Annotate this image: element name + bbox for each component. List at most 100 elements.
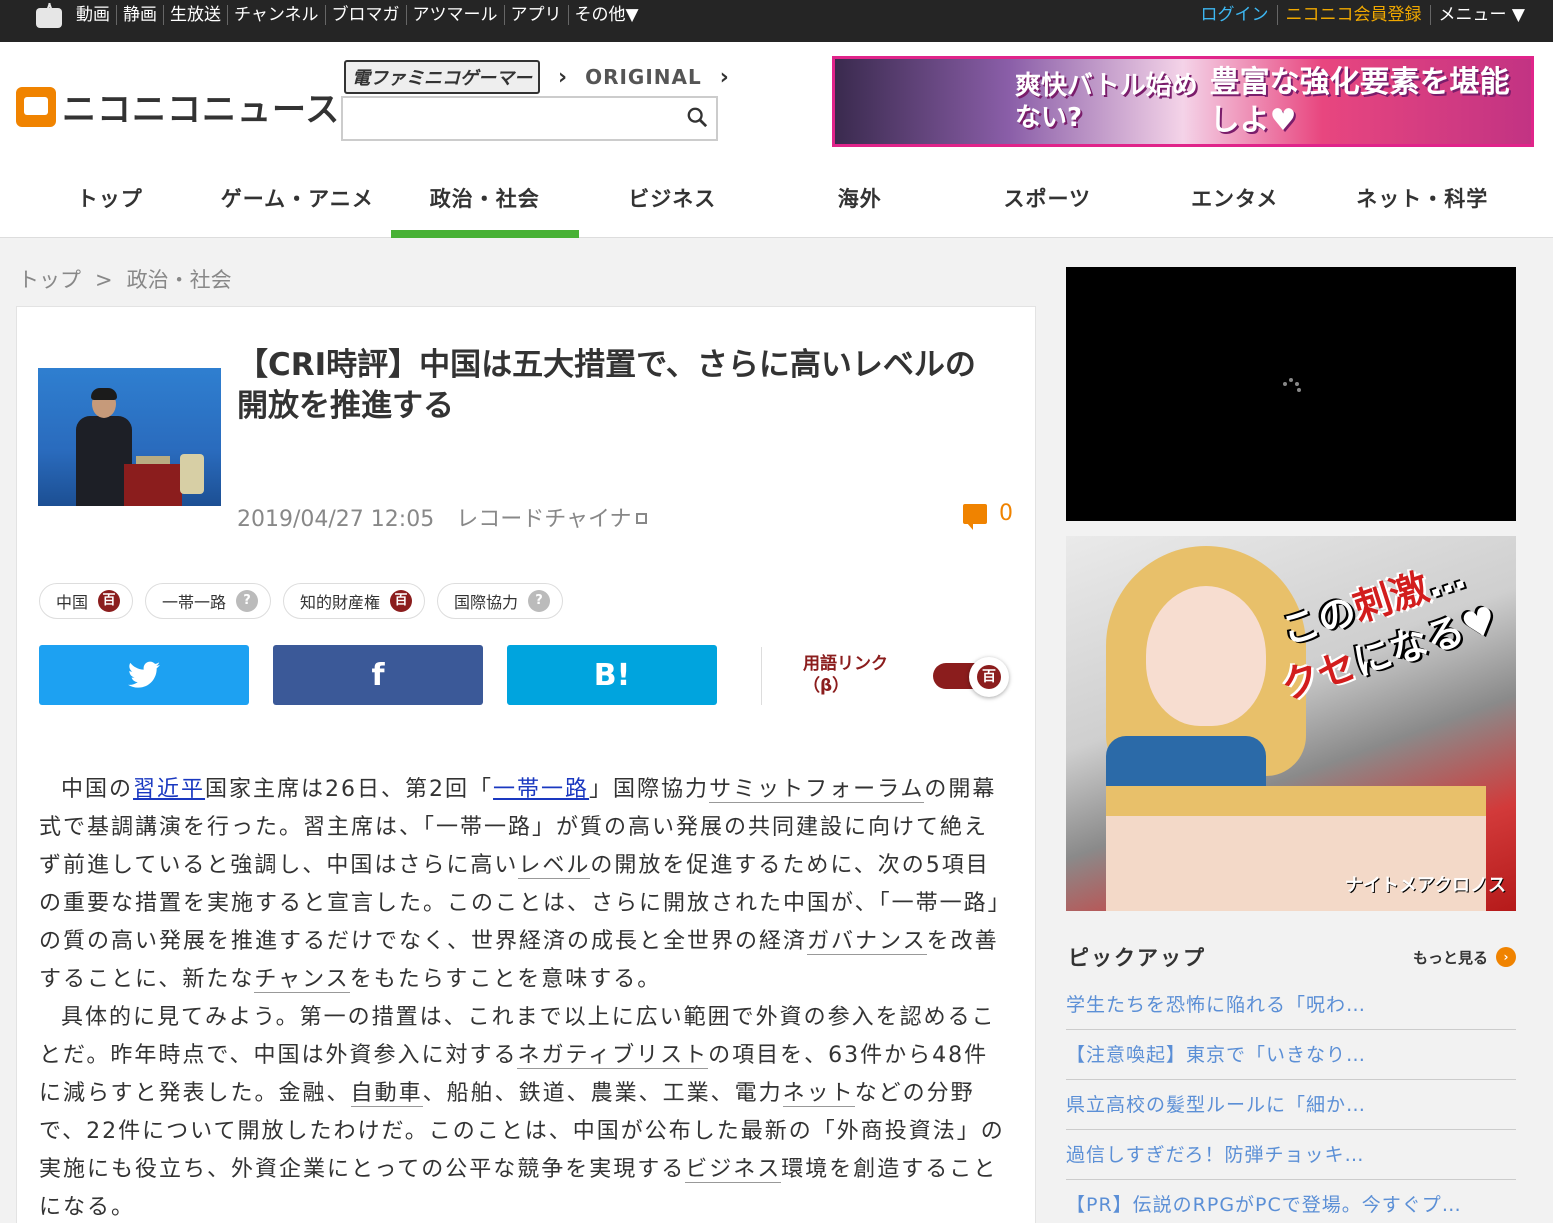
term-link[interactable]: サミット: [709, 777, 806, 803]
category-nav: トップ ゲーム・アニメ 政治・社会 ビジネス 海外 スポーツ エンタメ ネット・…: [16, 168, 1516, 238]
tag-item[interactable]: 中国百: [39, 583, 134, 619]
facebook-share-button[interactable]: f: [273, 645, 483, 705]
article-meta: 2019/04/27 12:05 レコードチャイナ: [237, 501, 647, 533]
keyword-link[interactable]: 習近平: [133, 777, 205, 802]
login-link[interactable]: ログイン: [1193, 5, 1277, 25]
dictionary-icon[interactable]: 百: [390, 590, 413, 612]
nav-other[interactable]: その他▼: [567, 5, 645, 25]
twitter-icon: [128, 661, 160, 688]
nav-blomaga[interactable]: ブロマガ: [324, 5, 406, 25]
pickup-item[interactable]: 県立高校の髪型ルールに「細か…: [1066, 1080, 1516, 1130]
chevron-right-icon: ›: [719, 64, 729, 90]
nav-live[interactable]: 生放送: [163, 5, 227, 25]
article-title: 【CRI時評】中国は五大措置で、さらに高いレベルの開放を推進する: [237, 347, 976, 424]
article-date: 2019/04/27 12:05: [237, 507, 435, 532]
search-icon[interactable]: [686, 106, 708, 128]
term-link[interactable]: ビジネス: [685, 1157, 782, 1183]
pickup-item[interactable]: 学生たちを恐怖に陥れる「呪わ…: [1066, 980, 1516, 1030]
dictionary-icon[interactable]: 百: [98, 590, 121, 612]
tab-top[interactable]: トップ: [16, 168, 204, 238]
register-link[interactable]: ニコニコ会員登録: [1276, 5, 1430, 25]
term-link-toggle[interactable]: 百: [933, 657, 1011, 697]
site-header: ニコニコニュース 電ファミニコゲーマー › ORIGINAL › 爽快バトル始め…: [0, 42, 1553, 238]
tab-overseas[interactable]: 海外: [766, 168, 954, 238]
hatena-bookmark-button[interactable]: B!: [507, 645, 717, 705]
video-player[interactable]: [1066, 267, 1516, 521]
search-box: [341, 96, 718, 141]
question-icon[interactable]: ?: [528, 590, 551, 612]
search-input[interactable]: [343, 98, 673, 138]
service-nav: 動画 静画 生放送 チャンネル ブロマガ アツマール アプリ その他▼: [70, 0, 645, 30]
pickup-item[interactable]: 【PR】伝説のRPGがPCで登場。今すぐプ…: [1066, 1180, 1516, 1223]
twitter-share-button[interactable]: [39, 645, 249, 705]
menu-button[interactable]: メニュー ▼: [1429, 5, 1553, 25]
ad-copy-left: 爽快バトル始めない?: [1015, 70, 1198, 133]
nav-seiga[interactable]: 静画: [116, 5, 163, 25]
term-link[interactable]: フォーラム: [805, 777, 925, 803]
tab-politics-society[interactable]: 政治・社会: [391, 168, 579, 238]
article-thumbnail[interactable]: [38, 368, 221, 506]
niconico-tv-icon[interactable]: [36, 8, 62, 28]
article-paragraph: 具体的に見てみよう。第一の措置は、これまで以上に広い範囲で外資の参入を認めること…: [39, 1005, 1005, 1220]
nav-douga[interactable]: 動画: [70, 5, 116, 25]
header-ad-banner[interactable]: 爽快バトル始めない? 豊富な強化要素を堪能しよ♥: [832, 56, 1534, 147]
keyword-link[interactable]: 一帯一路: [493, 777, 589, 802]
term-link[interactable]: 自動車: [350, 1081, 423, 1107]
comment-icon: [963, 503, 987, 530]
account-nav: ログイン ニコニコ会員登録 メニュー ▼: [1193, 0, 1553, 30]
famitsu-link[interactable]: 電ファミニコゲーマー: [344, 60, 540, 94]
tag-item[interactable]: 国際協力?: [437, 583, 564, 619]
original-link[interactable]: ORIGINAL: [585, 65, 702, 89]
tab-game-anime[interactable]: ゲーム・アニメ: [204, 168, 392, 238]
divider: [761, 647, 762, 705]
article-source[interactable]: レコードチャイナ: [456, 507, 647, 532]
tab-net-science[interactable]: ネット・科学: [1329, 168, 1517, 238]
term-link[interactable]: ネット: [782, 1081, 855, 1107]
term-link[interactable]: チャンス: [254, 967, 350, 993]
nav-app[interactable]: アプリ: [503, 5, 568, 25]
tab-business[interactable]: ビジネス: [579, 168, 767, 238]
pickup-item[interactable]: 過信しすぎだろ！防弾チョッキ…: [1066, 1130, 1516, 1180]
dictionary-icon: 百: [977, 665, 1001, 689]
podium-shape: [124, 456, 182, 506]
tag-item[interactable]: 知的財産権百: [283, 583, 426, 619]
chevron-right-icon: ›: [558, 64, 568, 90]
chevron-right-icon: ›: [1496, 947, 1516, 967]
comment-count-value: 0: [999, 501, 1013, 526]
ad-catchphrase: この刺激… クセになる♥: [1275, 552, 1503, 709]
breadcrumb-home[interactable]: トップ: [18, 268, 81, 292]
breadcrumb-current[interactable]: 政治・社会: [127, 268, 232, 292]
ad-copy-right: 豊富な強化要素を堪能しよ♥: [1209, 64, 1510, 138]
tag-item[interactable]: 一帯一路?: [145, 583, 272, 619]
term-link[interactable]: ネガティブリスト: [517, 1043, 709, 1069]
question-icon[interactable]: ?: [236, 590, 259, 612]
nav-atsumaru[interactable]: アツマール: [405, 5, 504, 25]
breadcrumb: トップ > 政治・社会: [18, 264, 232, 294]
loading-spinner-icon: [1283, 376, 1303, 396]
ad-brand-logo: ナイトメアクロノス: [1344, 875, 1506, 896]
term-link[interactable]: ガバナンス: [807, 929, 927, 955]
logo-text: ニコニコニュース: [62, 90, 341, 130]
term-link[interactable]: レベル: [518, 853, 591, 879]
comment-count[interactable]: 0: [963, 501, 1013, 530]
facebook-icon: f: [371, 657, 385, 693]
top-bar: 動画 静画 生放送 チャンネル ブロマガ アツマール アプリ その他▼ ログイン…: [0, 0, 1553, 42]
term-link-label: 用語リンク （β）: [803, 654, 888, 696]
pickup-item[interactable]: 【注意喚起】東京で「いきなり…: [1066, 1030, 1516, 1080]
breadcrumb-separator: >: [95, 268, 113, 292]
tab-sports[interactable]: スポーツ: [954, 168, 1142, 238]
logo-tv-icon: [16, 86, 56, 127]
site-logo[interactable]: ニコニコニュース: [16, 82, 340, 131]
pickup-header: ピックアップ もっと見る ›: [1068, 942, 1516, 972]
nav-channel[interactable]: チャンネル: [227, 5, 325, 25]
sub-links: 電ファミニコゲーマー › ORIGINAL ›: [344, 60, 747, 94]
tag-list: 中国百 一帯一路? 知的財産権百 国際協力?: [39, 583, 575, 619]
forum-logo-shape: [180, 454, 204, 494]
toggle-knob[interactable]: 百: [969, 657, 1009, 697]
article-paragraph: 中国の習近平国家主席は26日、第2回「一帯一路」国際協力サミットフォーラムの開幕…: [39, 777, 1001, 993]
more-link[interactable]: もっと見る ›: [1413, 947, 1516, 968]
sidebar-ad[interactable]: この刺激… クセになる♥ ナイトメアクロノス: [1066, 536, 1516, 911]
pickup-list: 学生たちを恐怖に陥れる「呪わ… 【注意喚起】東京で「いきなり… 県立高校の髪型ル…: [1066, 980, 1516, 1223]
tab-entertainment[interactable]: エンタメ: [1141, 168, 1329, 238]
article-card: 【CRI時評】中国は五大措置で、さらに高いレベルの開放を推進する 2019/04…: [16, 306, 1036, 1223]
